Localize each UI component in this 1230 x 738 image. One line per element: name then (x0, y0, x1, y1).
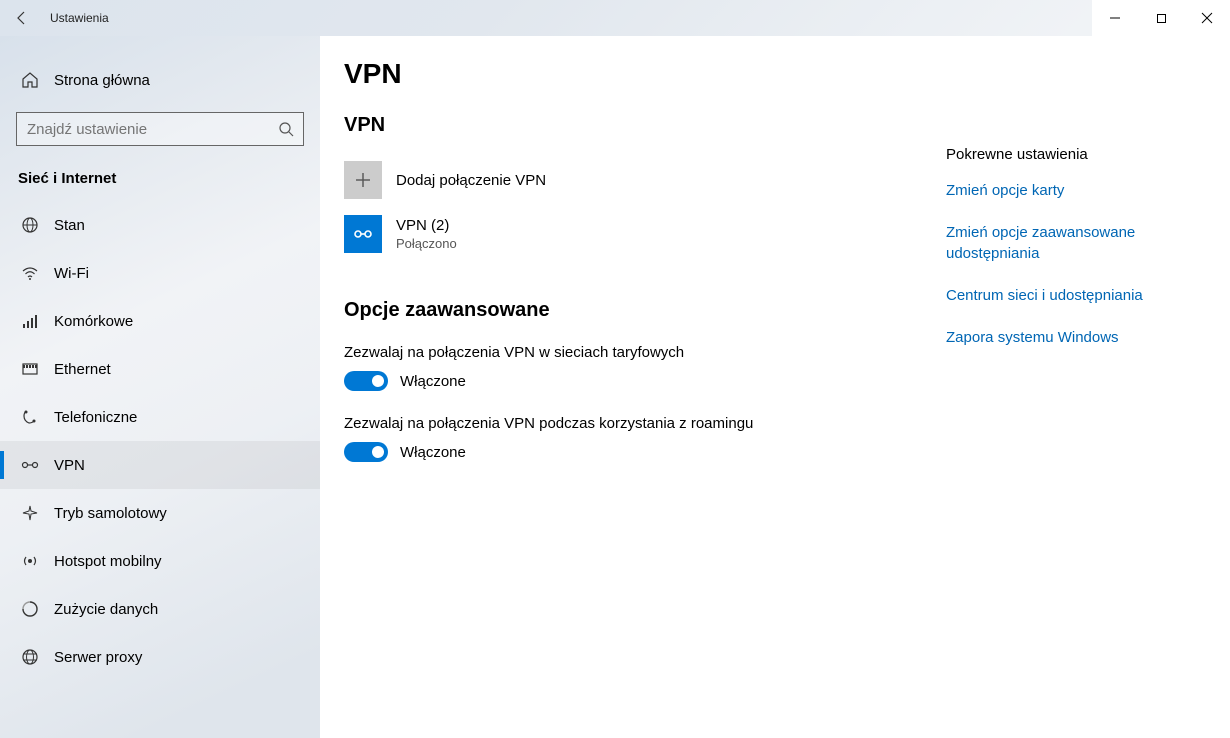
airplane-icon (18, 504, 42, 522)
home-label: Strona główna (54, 72, 150, 89)
toggle-metered-switch[interactable] (344, 371, 388, 391)
vpn-connection-name: VPN (2) (396, 217, 457, 234)
hotspot-icon (18, 552, 42, 570)
link-advanced-sharing[interactable]: Zmień opcje zaawansowane udostępniania (946, 223, 1206, 264)
link-windows-firewall[interactable]: Zapora systemu Windows (946, 328, 1206, 348)
nav-label: Telefoniczne (54, 409, 137, 426)
nav-item-proxy[interactable]: Serwer proxy (0, 633, 320, 681)
nav-label: Stan (54, 217, 85, 234)
toggle-roaming-state: Włączone (400, 444, 466, 461)
nav-item-vpn[interactable]: VPN (0, 441, 320, 489)
nav-label: Serwer proxy (54, 649, 142, 666)
nav-item-wifi[interactable]: Wi-Fi (0, 249, 320, 297)
plus-icon (344, 161, 382, 199)
nav-item-airplane[interactable]: Tryb samolotowy (0, 489, 320, 537)
toggle-roaming-switch[interactable] (344, 442, 388, 462)
titlebar: Ustawienia (0, 0, 1230, 36)
nav-item-datausage[interactable]: Zużycie danych (0, 585, 320, 633)
add-vpn-button[interactable]: Dodaj połączenie VPN (344, 155, 936, 209)
ethernet-icon (18, 360, 42, 378)
back-button[interactable] (0, 0, 44, 36)
search-icon (269, 121, 303, 137)
sidebar: Strona główna Sieć i Internet Stan (0, 36, 320, 738)
vpn-connection-icon (344, 215, 382, 253)
nav-label: VPN (54, 457, 85, 474)
add-vpn-label: Dodaj połączenie VPN (396, 172, 546, 189)
search-input[interactable] (17, 121, 269, 138)
nav-label: Komórkowe (54, 313, 133, 330)
vpn-connection-status: Połączono (396, 236, 457, 251)
advanced-options-title: Opcje zaawansowane (344, 299, 936, 322)
nav-label: Hotspot mobilny (54, 553, 162, 570)
search-box[interactable] (16, 112, 304, 146)
dialup-icon (18, 408, 42, 426)
nav-label: Tryb samolotowy (54, 505, 167, 522)
wifi-icon (18, 264, 42, 282)
cellular-icon (18, 312, 42, 330)
nav-item-hotspot[interactable]: Hotspot mobilny (0, 537, 320, 585)
related-heading: Pokrewne ustawienia (946, 146, 1206, 163)
link-adapter-options[interactable]: Zmień opcje karty (946, 181, 1206, 201)
nav-item-dialup[interactable]: Telefoniczne (0, 393, 320, 441)
proxy-icon (18, 648, 42, 666)
toggle-metered-state: Włączone (400, 373, 466, 390)
nav-item-status[interactable]: Stan (0, 201, 320, 249)
related-settings: Pokrewne ustawienia Zmień opcje karty Zm… (946, 58, 1206, 738)
main-content: VPN VPN Dodaj połączenie VPN VPN (2) (320, 36, 1230, 738)
minimize-button[interactable] (1092, 0, 1138, 36)
status-icon (18, 216, 42, 234)
home-link[interactable]: Strona główna (0, 58, 320, 102)
page-title: VPN (344, 58, 936, 90)
nav-item-ethernet[interactable]: Ethernet (0, 345, 320, 393)
datausage-icon (18, 600, 42, 618)
section-vpn-title: VPN (344, 114, 936, 137)
toggle-roaming-label: Zezwalaj na połączenia VPN podczas korzy… (344, 415, 936, 432)
category-title: Sieć i Internet (0, 160, 320, 201)
nav-label: Ethernet (54, 361, 111, 378)
nav-item-cellular[interactable]: Komórkowe (0, 297, 320, 345)
close-button[interactable] (1184, 0, 1230, 36)
nav-label: Zużycie danych (54, 601, 158, 618)
window-title: Ustawienia (44, 11, 109, 25)
link-network-center[interactable]: Centrum sieci i udostępniania (946, 286, 1206, 306)
nav-label: Wi-Fi (54, 265, 89, 282)
toggle-metered-label: Zezwalaj na połączenia VPN w sieciach ta… (344, 344, 936, 361)
home-icon (18, 71, 42, 89)
vpn-connection-item[interactable]: VPN (2) Połączono (344, 209, 936, 263)
vpn-icon (18, 456, 42, 474)
window-controls (1092, 0, 1230, 36)
maximize-button[interactable] (1138, 0, 1184, 36)
